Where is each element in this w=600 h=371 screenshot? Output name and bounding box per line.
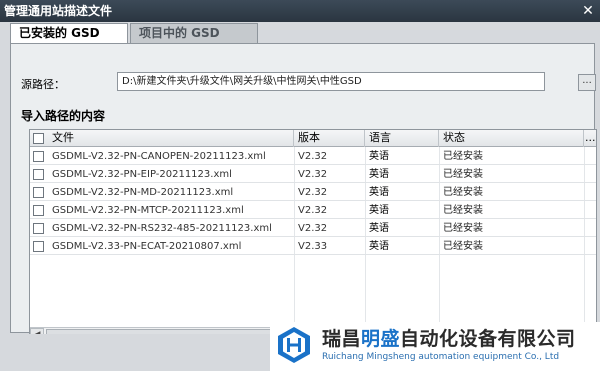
section-title: 导入路径的内容 [21,109,106,123]
row-language: 英语 [369,241,389,252]
tab-installed-gsd[interactable]: 已安装的 GSD [10,23,128,43]
row-checkbox[interactable] [33,241,44,252]
column-header-more[interactable]: ... [584,130,596,147]
row-version: V2.32 [298,151,328,162]
row-status: 已经安装 [443,205,483,216]
row-language: 英语 [369,223,389,234]
company-name-highlight: 明盛 [361,328,401,350]
company-subtitle: Ruichang Mingsheng automation equipment … [322,352,560,362]
row-language: 英语 [369,205,389,216]
company-name-part1: 瑞昌 [322,328,362,350]
row-language: 英语 [369,187,389,198]
row-status: 已经安装 [443,151,483,162]
row-file: GSDML-V2.32-PN-CANOPEN-20211123.xml [52,151,266,162]
row-checkbox[interactable] [33,223,44,234]
table-row[interactable]: GSDML-V2.33-PN-ECAT-20210807.xml V2.33 英… [30,238,596,255]
company-name-part2: 自动化设备有限公司 [400,328,576,350]
row-version: V2.32 [298,187,328,198]
row-file: GSDML-V2.32-PN-RS232-485-20211123.xml [52,223,272,234]
row-status: 已经安装 [443,241,483,252]
source-path-label: 源路径： [21,78,65,91]
row-version: V2.32 [298,169,328,180]
column-header-status[interactable]: 状态 [439,130,584,147]
table-row[interactable]: GSDML-V2.32-PN-EIP-20211123.xml V2.32 英语… [30,166,596,183]
source-path-field[interactable]: D:\新建文件夹\升级文件\网关升级\中性网关\中性GSD [117,72,545,91]
row-version: V2.32 [298,205,328,216]
row-version: V2.32 [298,223,328,234]
select-all-checkbox[interactable] [33,133,44,144]
row-checkbox[interactable] [33,169,44,180]
row-checkbox[interactable] [33,205,44,216]
row-file: GSDML-V2.33-PN-ECAT-20210807.xml [52,241,242,252]
row-status: 已经安装 [443,223,483,234]
row-version: V2.33 [298,241,328,252]
column-header-file[interactable]: 文件 [48,130,294,147]
tab-panel: 源路径： D:\新建文件夹\升级文件\网关升级\中性网关\中性GSD ... 导… [10,43,597,342]
row-language: 英语 [369,169,389,180]
title-bar: 管理通用站描述文件 ✕ [0,0,600,22]
dialog-body: 已安装的 GSD 项目中的 GSD 源路径： D:\新建文件夹\升级文件\网关升… [0,22,600,371]
gsd-table: 文件 版本 语言 状态 ... GSDML-V2.32-PN-CANOPEN-2… [29,129,597,342]
row-file: GSDML-V2.32-PN-MD-20211123.xml [52,187,234,198]
row-status: 已经安装 [443,187,483,198]
browse-button[interactable]: ... [578,74,596,91]
row-checkbox[interactable] [33,187,44,198]
row-file: GSDML-V2.32-PN-MTCP-20211123.xml [52,205,244,216]
close-icon[interactable]: ✕ [580,3,596,19]
company-name: 瑞昌明盛自动化设备有限公司 [322,324,576,351]
row-checkbox[interactable] [33,151,44,162]
row-file: GSDML-V2.32-PN-EIP-20211123.xml [52,169,232,180]
table-row[interactable]: GSDML-V2.32-PN-CANOPEN-20211123.xml V2.3… [30,148,596,165]
hexagon-logo-icon [278,327,310,363]
column-header-language[interactable]: 语言 [365,130,439,147]
table-row[interactable]: GSDML-V2.32-PN-MTCP-20211123.xml V2.32 英… [30,202,596,219]
table-header: 文件 版本 语言 状态 ... [30,130,596,147]
row-status: 已经安装 [443,169,483,180]
company-watermark: 瑞昌明盛自动化设备有限公司 Ruichang Mingsheng automat… [270,322,600,371]
column-header-version[interactable]: 版本 [294,130,365,147]
row-language: 英语 [369,151,389,162]
tab-project-gsd[interactable]: 项目中的 GSD [130,23,258,43]
table-row[interactable]: GSDML-V2.32-PN-RS232-485-20211123.xml V2… [30,220,596,237]
window-title: 管理通用站描述文件 [4,4,113,18]
table-row[interactable]: GSDML-V2.32-PN-MD-20211123.xml V2.32 英语 … [30,184,596,201]
